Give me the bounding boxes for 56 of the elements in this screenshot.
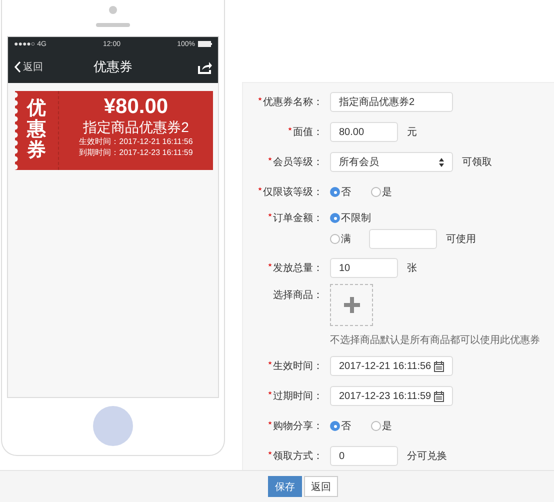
- battery-icon: [198, 41, 212, 47]
- radio-button[interactable]: [330, 421, 340, 431]
- calendar-icon: [434, 390, 444, 402]
- input-field[interactable]: 0: [330, 446, 398, 466]
- input-field[interactable]: [369, 229, 437, 249]
- coupon-end-time: 到期时间：2017-12-23 16:11:59: [79, 147, 193, 158]
- field-label: 会员等级：: [273, 156, 323, 169]
- input-field[interactable]: 指定商品优惠券2: [330, 92, 453, 112]
- sort-arrows-icon: [439, 158, 444, 166]
- plus-icon: [344, 297, 360, 313]
- select-field[interactable]: 所有会员: [330, 152, 453, 172]
- radio-option[interactable]: 否: [330, 419, 351, 433]
- unit-text: 分可兑换: [407, 450, 447, 463]
- radio-button[interactable]: [330, 234, 340, 244]
- radio-option[interactable]: 满: [330, 232, 351, 246]
- speaker-bar: [96, 23, 130, 27]
- page-title: 优惠券: [94, 59, 132, 74]
- radio-option[interactable]: 不限制: [330, 211, 371, 225]
- back-button[interactable]: 返回: [304, 476, 338, 497]
- radio-button[interactable]: [330, 213, 340, 223]
- field-label: 生效时间：: [273, 360, 323, 373]
- unit-text: 可领取: [462, 156, 492, 169]
- input-field[interactable]: 80.00: [330, 122, 398, 142]
- date-field[interactable]: 2017-12-21 16:11:56: [330, 356, 453, 376]
- coupon-label: 优惠券: [27, 99, 46, 162]
- unit-text: 元: [407, 126, 417, 139]
- unit-text: 可使用: [446, 233, 476, 246]
- camera-dot: [109, 6, 117, 14]
- field-label: 订单金额：: [273, 212, 323, 225]
- coupon-amount: ¥80.00: [104, 95, 168, 119]
- field-label: 购物分享：: [273, 420, 323, 433]
- date-field[interactable]: 2017-12-23 16:11:59: [330, 386, 453, 406]
- field-label: 优惠券名称：: [263, 96, 323, 109]
- field-label: 发放总量：: [273, 262, 323, 275]
- save-button[interactable]: 保存: [268, 476, 302, 497]
- field-label: 选择商品：: [273, 288, 323, 302]
- radio-button[interactable]: [371, 421, 381, 431]
- radio-button[interactable]: [371, 187, 381, 197]
- unit-text: 张: [407, 262, 417, 275]
- radio-button[interactable]: [330, 187, 340, 197]
- chevron-left-icon: [14, 61, 21, 73]
- input-field[interactable]: 10: [330, 258, 398, 278]
- radio-option[interactable]: 是: [371, 185, 392, 199]
- coupon-start-time: 生效时间：2017-12-21 16:11:56: [79, 136, 193, 147]
- field-label: 面值：: [293, 126, 323, 139]
- back-button[interactable]: 返回: [14, 60, 43, 74]
- hint-text: 不选择商品默认是所有商品都可以使用此优惠券: [330, 334, 540, 347]
- radio-option[interactable]: 否: [330, 185, 351, 199]
- field-label: 过期时间：: [273, 390, 323, 403]
- field-label: 领取方式：: [273, 450, 323, 463]
- coupon-name: 指定商品优惠券2: [83, 119, 189, 136]
- share-icon[interactable]: [198, 60, 212, 74]
- calendar-icon: [434, 360, 444, 372]
- field-label: 仅限该等级：: [263, 186, 323, 199]
- radio-option[interactable]: 是: [371, 419, 392, 433]
- add-product-button[interactable]: [330, 284, 373, 326]
